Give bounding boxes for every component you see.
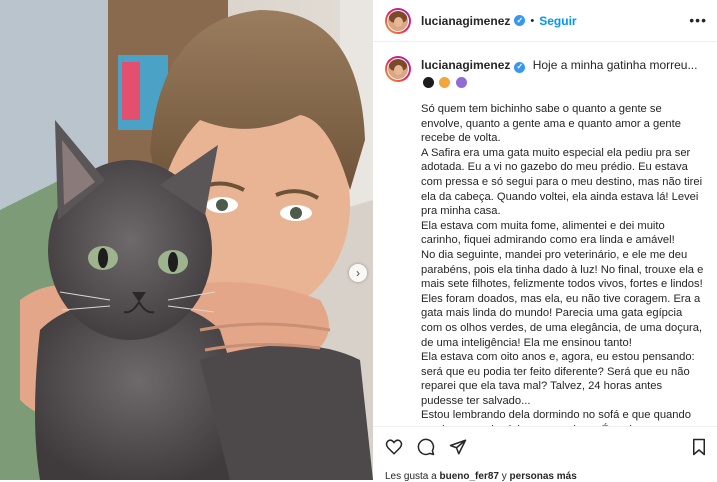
cat-face-icon [455,77,467,88]
chevron-right-icon: › [356,266,360,280]
caption-body: Só quem tem bichinho sabe o quanto a gen… [421,102,705,426]
action-bar: Les gusta a bueno_fer87 y personas más [373,426,717,482]
header-username[interactable]: lucianagimenez [421,14,510,28]
caption-paragraph: Estou lembrando dela dormindo no sofá e … [421,409,691,426]
caption-avatar[interactable] [385,56,411,82]
caption-paragraph: Ela estava com muita fome, alimentei e d… [421,219,675,247]
likes-user[interactable]: bueno_fer87 [440,471,499,482]
verified-icon: ✓ [514,15,526,26]
photo-illustration [0,0,373,480]
caption-paragraph: Só quem tem bichinho sabe o quanto a gen… [421,103,681,145]
save-icon[interactable] [691,438,707,456]
verified-icon: ✓ [514,61,526,73]
caption-username[interactable]: lucianagimenez [421,58,510,72]
post-header: lucianagimenez ✓ • Seguir ••• [373,0,717,42]
caption-paragraph: Ela estava com oito anos e, agora, eu es… [421,351,695,407]
likes-others[interactable]: personas más [510,471,577,482]
caption-title: Hoje a minha gatinha morreu... [532,58,698,72]
caption-paragraph: No dia seguinte, mandei pro veterinário,… [421,248,704,291]
crying-cat-icon [439,77,451,88]
comment-icon[interactable] [417,438,435,456]
black-heart-icon [423,77,434,88]
follow-button[interactable]: Seguir [539,14,576,28]
likes-prefix: Les gusta a [385,471,437,482]
avatar[interactable] [385,7,411,34]
likes-summary: Les gusta a bueno_fer87 y personas más [385,471,577,482]
share-icon[interactable] [449,438,467,456]
heart-icon[interactable] [385,438,403,456]
caption-header: lucianagimenez ✓ Hoje a minha gatinha mor… [373,42,717,92]
caption-paragraph: Eles foram doados, mas ela, eu não tive … [421,292,703,349]
comments-section[interactable]: lucianagimenez ✓ Hoje a minha gatinha mor… [373,42,717,426]
post-photo[interactable]: › [0,0,373,480]
likes-connector: y [501,471,507,482]
separator-dot: • [530,14,535,27]
more-options-icon[interactable]: ••• [689,12,707,28]
post-sidebar: lucianagimenez ✓ • Seguir ••• lucianagim… [373,0,717,482]
caption-paragraph: A Safira era uma gata muito especial ela… [421,146,703,218]
carousel-next-button[interactable]: › [349,264,367,282]
